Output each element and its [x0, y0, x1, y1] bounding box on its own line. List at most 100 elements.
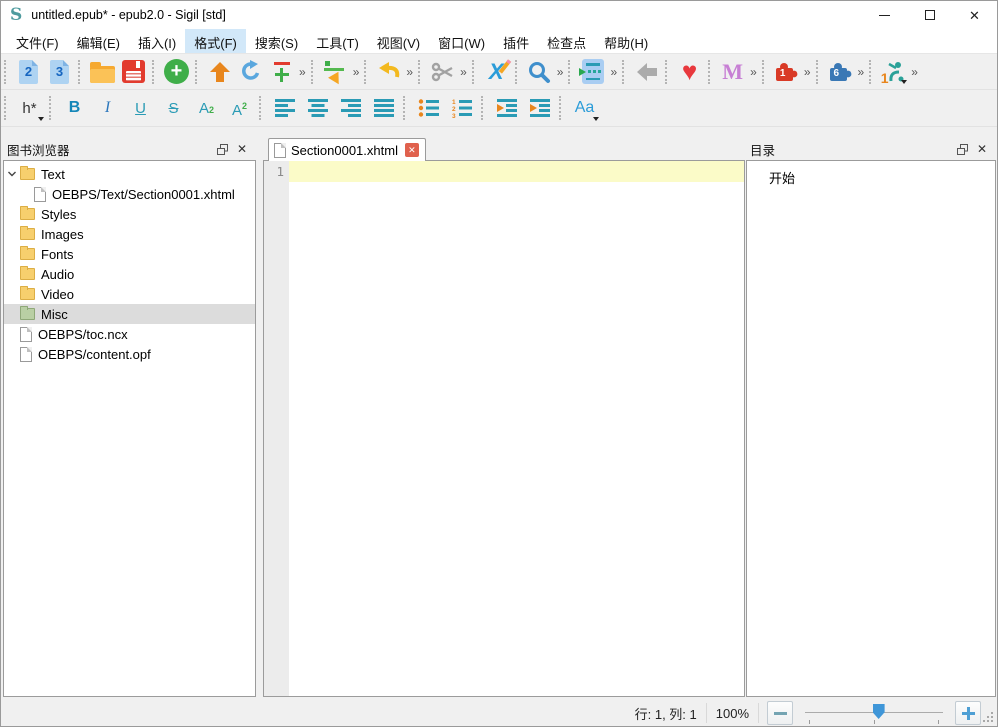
zoom-out-button[interactable]	[767, 701, 793, 725]
tree-item-audio[interactable]: Audio	[4, 264, 255, 284]
toolbar-handle[interactable]	[311, 60, 316, 84]
toolbar-handle[interactable]	[559, 96, 564, 120]
back-button[interactable]	[631, 57, 662, 87]
close-panel-button[interactable]: ✕	[232, 140, 252, 158]
tree-item-fonts[interactable]: Fonts	[4, 244, 255, 264]
zoom-slider[interactable]	[805, 702, 943, 724]
outdent-button[interactable]	[490, 92, 523, 124]
epub-upgrade-button[interactable]	[204, 57, 235, 87]
toolbar-handle[interactable]	[568, 60, 573, 84]
add-file-button[interactable]	[161, 57, 192, 87]
toolbar-overflow-button[interactable]: »	[802, 57, 813, 87]
undo-button[interactable]	[373, 57, 404, 87]
menu-plugins[interactable]: 插件	[494, 29, 538, 53]
toolbar-handle[interactable]	[869, 60, 874, 84]
align-right-button[interactable]	[334, 92, 367, 124]
indent-button[interactable]	[523, 92, 556, 124]
subscript-button[interactable]: A2	[190, 92, 223, 124]
tree-item-text[interactable]: Text	[4, 164, 255, 184]
toolbar-handle[interactable]	[403, 96, 408, 120]
new-epub3-button[interactable]: 3	[44, 57, 75, 87]
toolbar-overflow-button[interactable]: »	[351, 57, 362, 87]
slider-handle[interactable]	[873, 704, 885, 719]
toolbar-handle[interactable]	[418, 60, 423, 84]
cut-button[interactable]	[427, 57, 458, 87]
italic-button[interactable]: I	[91, 92, 124, 124]
menu-checkpoint[interactable]: 检查点	[538, 29, 595, 53]
toolbar-handle[interactable]	[4, 96, 9, 120]
minimize-button[interactable]	[862, 1, 907, 29]
toolbar-overflow-button[interactable]: »	[748, 57, 759, 87]
plugin-m-button[interactable]: M	[717, 57, 748, 87]
menu-format[interactable]: 格式(F)	[185, 29, 246, 53]
bullet-list-button[interactable]	[412, 92, 445, 124]
toolbar-handle[interactable]	[364, 60, 369, 84]
toolbar-overflow-button[interactable]: »	[856, 57, 867, 87]
mend-button[interactable]	[577, 57, 608, 87]
menu-edit[interactable]: 编辑(E)	[68, 29, 129, 53]
split-at-cursor-button[interactable]	[320, 57, 351, 87]
toolbar-handle[interactable]	[472, 60, 477, 84]
tab-close-button[interactable]: ✕	[405, 143, 419, 157]
toolbar-handle[interactable]	[515, 60, 520, 84]
text-casing-button[interactable]: Aa	[568, 92, 601, 124]
open-button[interactable]	[87, 57, 118, 87]
close-button[interactable]: ✕	[952, 1, 997, 29]
save-button[interactable]	[118, 57, 149, 87]
menu-insert[interactable]: 插入(I)	[129, 29, 185, 53]
menu-window[interactable]: 窗口(W)	[429, 29, 494, 53]
find-button[interactable]	[524, 57, 555, 87]
strikethrough-button[interactable]: S	[157, 92, 190, 124]
tree-item-section0001[interactable]: OEBPS/Text/Section0001.xhtml	[4, 184, 255, 204]
tree-item-images[interactable]: Images	[4, 224, 255, 244]
tree-item-toc-ncx[interactable]: OEBPS/toc.ncx	[4, 324, 255, 344]
plugin-1-button[interactable]: 1	[771, 57, 802, 87]
tree-item-video[interactable]: Video	[4, 284, 255, 304]
superscript-button[interactable]: A2	[223, 92, 256, 124]
tree-item-misc[interactable]: Misc	[4, 304, 255, 324]
toolbar-overflow-button[interactable]: »	[458, 57, 469, 87]
toolbar-handle[interactable]	[481, 96, 486, 120]
code-editor[interactable]: 1	[263, 161, 745, 697]
float-panel-button[interactable]	[212, 140, 232, 158]
align-center-button[interactable]	[301, 92, 334, 124]
toolbar-handle[interactable]	[49, 96, 54, 120]
toolbar-handle[interactable]	[152, 60, 157, 84]
new-epub2-button[interactable]: 2	[13, 57, 44, 87]
toolbar-handle[interactable]	[762, 60, 767, 84]
heading-style-button[interactable]: h*	[13, 92, 46, 124]
menu-view[interactable]: 视图(V)	[368, 29, 429, 53]
numbered-list-button[interactable]: 123	[445, 92, 478, 124]
tab-section0001[interactable]: Section0001.xhtml ✕	[268, 138, 426, 161]
underline-button[interactable]: U	[124, 92, 157, 124]
align-left-button[interactable]	[268, 92, 301, 124]
toolbar-overflow-button[interactable]: »	[297, 57, 308, 87]
code-content[interactable]	[289, 161, 744, 696]
tree-item-styles[interactable]: Styles	[4, 204, 255, 224]
insert-special-button[interactable]	[266, 57, 297, 87]
zoom-in-button[interactable]	[955, 701, 981, 725]
toc-item-start[interactable]: 开始	[769, 171, 795, 186]
plugin-run-button[interactable]: 1	[878, 57, 909, 87]
toolbar-handle[interactable]	[816, 60, 821, 84]
current-line-highlight[interactable]	[289, 161, 744, 182]
bold-button[interactable]: B	[58, 92, 91, 124]
toolbar-overflow-button[interactable]: »	[555, 57, 566, 87]
resize-grip[interactable]	[991, 720, 993, 722]
float-panel-button[interactable]	[952, 140, 972, 158]
align-justify-button[interactable]	[367, 92, 400, 124]
expand-chevron-icon[interactable]	[4, 170, 20, 178]
refresh-button[interactable]	[235, 57, 266, 87]
tree-item-content-opf[interactable]: OEBPS/content.opf	[4, 344, 255, 364]
menu-search[interactable]: 搜索(S)	[246, 29, 307, 53]
toolbar-handle[interactable]	[78, 60, 83, 84]
menu-tools[interactable]: 工具(T)	[307, 29, 368, 53]
menu-file[interactable]: 文件(F)	[7, 29, 68, 53]
close-panel-button[interactable]: ✕	[972, 140, 992, 158]
menu-help[interactable]: 帮助(H)	[595, 29, 657, 53]
toolbar-handle[interactable]	[708, 60, 713, 84]
toolbar-handle[interactable]	[4, 60, 9, 84]
maximize-button[interactable]	[907, 1, 952, 29]
spellcheck-button[interactable]: X	[481, 57, 512, 87]
toolbar-overflow-button[interactable]: »	[909, 57, 920, 87]
